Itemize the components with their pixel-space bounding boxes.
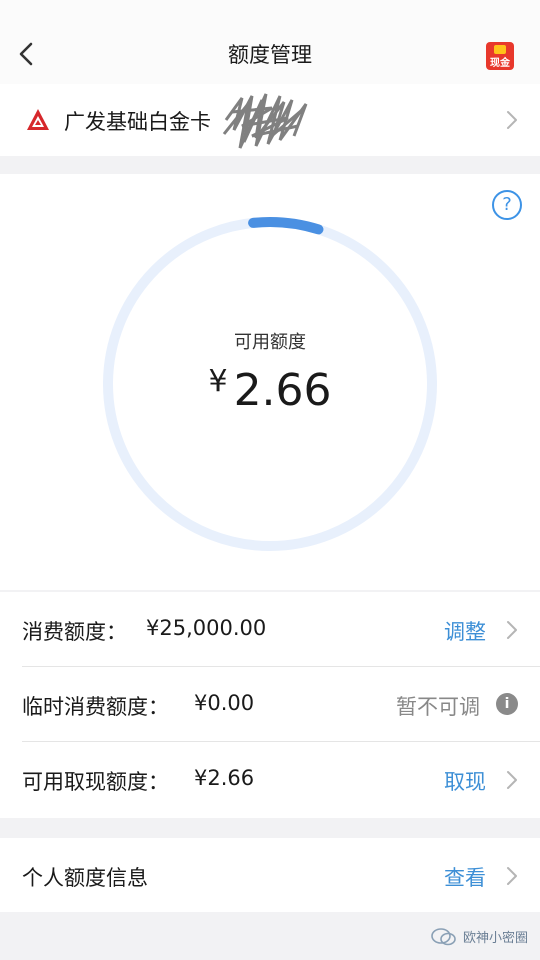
cash-icon[interactable]: 现金 — [486, 42, 514, 70]
info-icon[interactable]: i — [496, 693, 518, 715]
currency-symbol: ¥ — [208, 364, 228, 399]
temp-limit-value: ¥0.00 — [194, 691, 255, 715]
chevron-right-icon — [507, 111, 517, 129]
bank-logo-icon — [27, 109, 49, 130]
cash-limit-value: ¥2.66 — [194, 766, 255, 790]
page: 额度管理 现金 广发基础白金卡 ? 可用额度 ¥ 2.66 消费额度： ¥25,… — [0, 0, 540, 960]
cash-limit-label: 可用取现额度： — [22, 770, 169, 794]
not-adjustable-text: 暂不可调 — [396, 695, 480, 719]
wechat-icon — [431, 927, 456, 945]
chevron-right-icon — [507, 867, 517, 885]
page-title: 额度管理 — [228, 43, 312, 67]
temp-limit-label: 临时消费额度： — [22, 695, 169, 719]
cash-limit-row[interactable]: 可用取现额度： ¥2.66 取现 — [0, 742, 540, 816]
personal-quota-row[interactable]: 个人额度信息 查看 — [0, 838, 540, 912]
amount-value: 2.66 — [233, 365, 332, 416]
back-chevron-icon[interactable] — [14, 40, 38, 68]
quota-list: 消费额度： ¥25,000.00 调整 临时消费额度： ¥0.00 暂不可调 i… — [0, 592, 540, 818]
available-quota-amount: ¥2.66 — [0, 364, 540, 416]
watermark: 欧神小密圈 — [431, 927, 528, 946]
available-quota-label: 可用额度 — [234, 332, 306, 353]
spending-limit-row[interactable]: 消费额度： ¥25,000.00 调整 — [0, 592, 540, 666]
personal-quota-label: 个人额度信息 — [22, 866, 148, 890]
redaction-scribble — [222, 93, 308, 149]
card-selector[interactable]: 广发基础白金卡 — [0, 84, 540, 156]
spending-limit-value: ¥25,000.00 — [146, 616, 267, 640]
nav-bar: 额度管理 现金 — [0, 0, 540, 84]
chevron-right-icon — [507, 621, 517, 639]
spending-limit-label: 消费额度： — [22, 620, 127, 644]
temp-limit-row: 临时消费额度： ¥0.00 暂不可调 i — [0, 667, 540, 741]
adjust-link[interactable]: 调整 — [444, 616, 486, 646]
view-link[interactable]: 查看 — [444, 862, 486, 892]
watermark-text: 欧神小密圈 — [462, 931, 528, 946]
withdraw-link[interactable]: 取现 — [444, 766, 486, 796]
chevron-right-icon — [507, 771, 517, 789]
help-icon[interactable]: ? — [492, 190, 522, 220]
cash-label: 现金 — [490, 58, 510, 69]
available-quota-panel: ? 可用额度 ¥2.66 — [0, 174, 540, 590]
card-name: 广发基础白金卡 — [64, 110, 211, 134]
